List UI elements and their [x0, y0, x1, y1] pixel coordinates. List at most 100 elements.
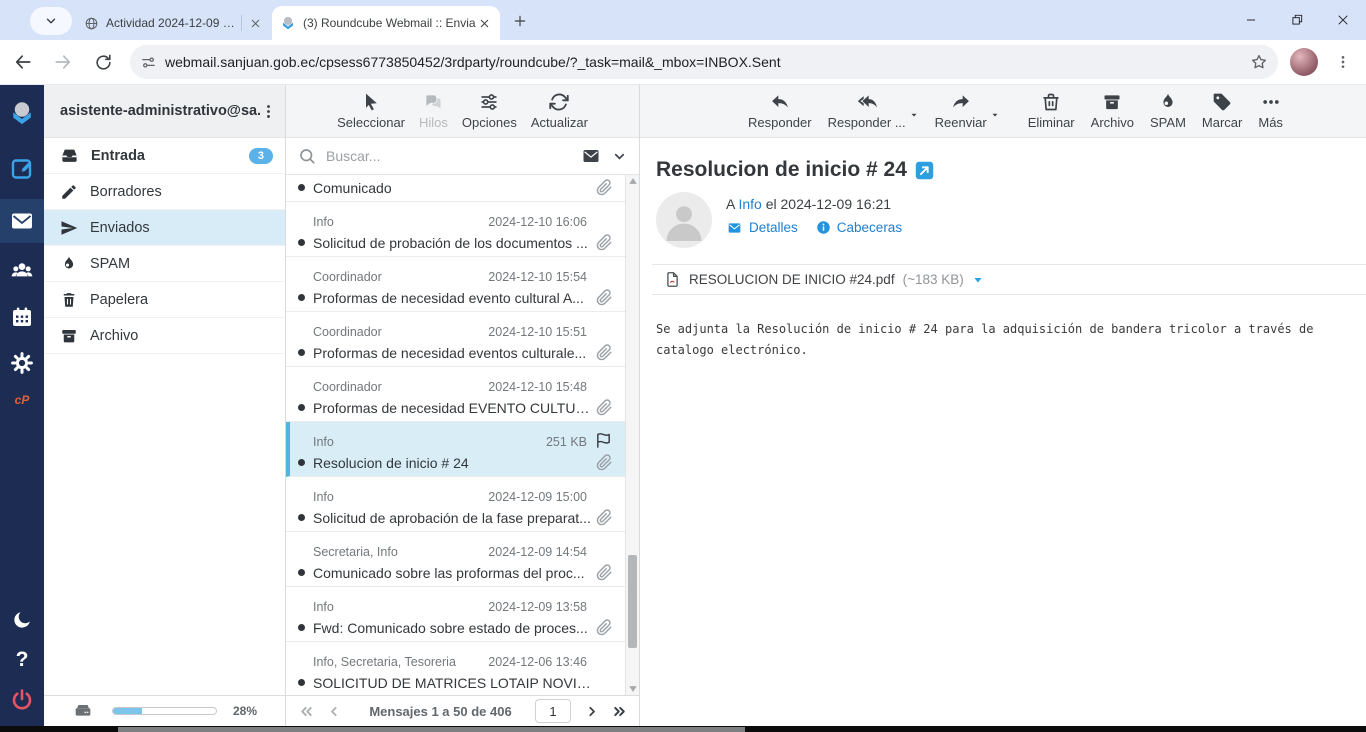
- cpanel-button[interactable]: cP: [0, 385, 44, 415]
- browser-profile-avatar[interactable]: [1290, 48, 1318, 76]
- minimize-button[interactable]: [1228, 0, 1274, 40]
- rail-calendar-button[interactable]: [0, 297, 44, 337]
- list-scrollbar[interactable]: [625, 175, 639, 695]
- pencil-icon: [60, 183, 78, 201]
- more-button[interactable]: Más: [1258, 92, 1283, 130]
- recipient-link[interactable]: Info: [738, 196, 761, 212]
- message-row[interactable]: Coordinador2024-12-10 15:54 Proformas de…: [286, 257, 639, 312]
- message-body: Se adjunta la Resolución de inicio # 24 …: [656, 319, 1346, 361]
- tab-close-button[interactable]: [476, 14, 494, 32]
- mark-button[interactable]: Marcar: [1202, 92, 1242, 130]
- reply-icon: [769, 92, 791, 112]
- message-row[interactable]: Comunicado: [286, 175, 639, 202]
- delete-button[interactable]: Eliminar: [1028, 92, 1075, 130]
- attachment-menu-caret[interactable]: [972, 274, 984, 286]
- browser-menu-button[interactable]: [1328, 47, 1358, 77]
- search-input[interactable]: [326, 148, 580, 164]
- open-in-new-window-icon[interactable]: [915, 161, 934, 180]
- message-row[interactable]: Info2024-12-10 16:06 Solicitud de probac…: [286, 202, 639, 257]
- new-tab-button[interactable]: [506, 7, 534, 35]
- message-row[interactable]: Info2024-12-09 13:58 Fwd: Comunicado sob…: [286, 587, 639, 642]
- folder-label: Enviados: [90, 220, 273, 236]
- site-settings-icon[interactable]: [140, 54, 157, 71]
- tab-search-button[interactable]: [30, 7, 72, 35]
- mail-icon: [10, 209, 34, 233]
- paperclip-icon: [596, 399, 613, 416]
- forward-arrow-icon: [53, 52, 73, 72]
- last-page-button[interactable]: [607, 699, 631, 723]
- unread-badge: 3: [249, 148, 273, 164]
- list-toolbar: Seleccionar Hilos Opciones Actualizar: [286, 85, 639, 138]
- message-row[interactable]: Info, Secretaria, Tesoreria2024-12-06 13…: [286, 642, 639, 695]
- message-row[interactable]: Info2024-12-09 15:00 Solicitud de aproba…: [286, 477, 639, 532]
- scroll-up-icon[interactable]: [628, 177, 638, 185]
- refresh-button[interactable]: Actualizar: [531, 92, 588, 130]
- restore-button[interactable]: [1274, 0, 1320, 40]
- tab-close-button[interactable]: [246, 14, 264, 32]
- message-row[interactable]: Secretaria, Info2024-12-09 14:54 Comunic…: [286, 532, 639, 587]
- sidebar-item-drafts[interactable]: Borradores: [44, 174, 285, 210]
- message-row[interactable]: Coordinador2024-12-10 15:51 Proformas de…: [286, 312, 639, 367]
- tab-roundcube[interactable]: (3) Roundcube Webmail :: Envia: [272, 6, 500, 40]
- first-page-button[interactable]: [294, 699, 318, 723]
- sidebar-item-trash[interactable]: Papelera: [44, 282, 285, 318]
- forward-button[interactable]: Reenviar: [935, 92, 987, 130]
- attachment-bar[interactable]: RESOLUCION DE INICIO #24.pdf (~183 KB): [652, 264, 1366, 295]
- account-menu-button[interactable]: [260, 103, 277, 120]
- reply-all-icon: [855, 92, 879, 112]
- details-toggle[interactable]: Detalles: [726, 220, 798, 235]
- search-options-chevron-icon[interactable]: [612, 149, 627, 164]
- question-mark-icon: ?: [16, 648, 29, 672]
- trash-icon: [60, 291, 78, 309]
- next-page-button[interactable]: [579, 699, 603, 723]
- rail-settings-button[interactable]: [0, 343, 44, 383]
- reply-button[interactable]: Responder: [748, 92, 812, 130]
- tab-actividad[interactable]: Actividad 2024-12-09 08:00:00: [76, 6, 272, 40]
- reload-button[interactable]: [86, 45, 120, 79]
- reply-all-dropdown-caret[interactable]: [909, 110, 919, 120]
- bookmark-star-icon[interactable]: [1250, 53, 1268, 71]
- close-window-button[interactable]: [1320, 0, 1366, 40]
- search-scope-mail-icon[interactable]: [580, 147, 602, 165]
- options-button[interactable]: Opciones: [462, 92, 517, 130]
- power-icon: [10, 688, 34, 712]
- scroll-down-icon[interactable]: [628, 685, 638, 693]
- logout-button[interactable]: [0, 680, 44, 720]
- pagination-summary: Mensajes 1 a 50 de 406: [350, 704, 531, 719]
- server-icon: [72, 700, 94, 722]
- reply-all-button[interactable]: Responder ...: [828, 92, 906, 130]
- sidebar-item-spam[interactable]: SPAM: [44, 246, 285, 282]
- help-button[interactable]: ?: [0, 640, 44, 680]
- flag-icon[interactable]: [595, 432, 612, 449]
- url-bar[interactable]: webmail.sanjuan.gob.ec/cpsess6773850452/…: [130, 45, 1278, 79]
- archive-button[interactable]: Archivo: [1091, 92, 1134, 130]
- headers-toggle[interactable]: Cabeceras: [816, 220, 902, 235]
- back-button[interactable]: [6, 45, 40, 79]
- spam-button[interactable]: SPAM: [1150, 92, 1186, 130]
- message-row[interactable]: Coordinador2024-12-10 15:48 Proformas de…: [286, 367, 639, 422]
- sidebar-item-inbox[interactable]: Entrada 3: [44, 138, 285, 174]
- compose-button[interactable]: [0, 149, 44, 189]
- page-number-input[interactable]: [535, 699, 571, 723]
- folder-label: Entrada: [91, 148, 249, 164]
- double-chevron-right-icon: [611, 703, 628, 720]
- rail-mail-button[interactable]: [0, 199, 44, 243]
- reload-icon: [94, 53, 113, 72]
- select-button[interactable]: Seleccionar: [337, 92, 405, 130]
- sidebar-item-archive[interactable]: Archivo: [44, 318, 285, 354]
- kebab-menu-icon: [1335, 54, 1351, 70]
- scrollbar-thumb[interactable]: [628, 555, 637, 649]
- url-text[interactable]: webmail.sanjuan.gob.ec/cpsess6773850452/…: [165, 54, 1250, 70]
- prev-page-button[interactable]: [322, 699, 346, 723]
- message-row-selected[interactable]: Info251 KB Resolucion de inicio # 24: [286, 422, 639, 477]
- attachment-name[interactable]: RESOLUCION DE INICIO #24.pdf: [689, 272, 895, 287]
- threads-button[interactable]: Hilos: [419, 92, 448, 130]
- paperclip-icon: [596, 179, 613, 196]
- roundcube-logo[interactable]: [0, 93, 44, 133]
- dark-mode-button[interactable]: [0, 600, 44, 640]
- forward-button[interactable]: [46, 45, 80, 79]
- archive-icon: [1102, 92, 1122, 112]
- rail-contacts-button[interactable]: [0, 251, 44, 291]
- forward-dropdown-caret[interactable]: [990, 110, 1000, 120]
- sidebar-item-sent[interactable]: Enviados: [44, 210, 285, 246]
